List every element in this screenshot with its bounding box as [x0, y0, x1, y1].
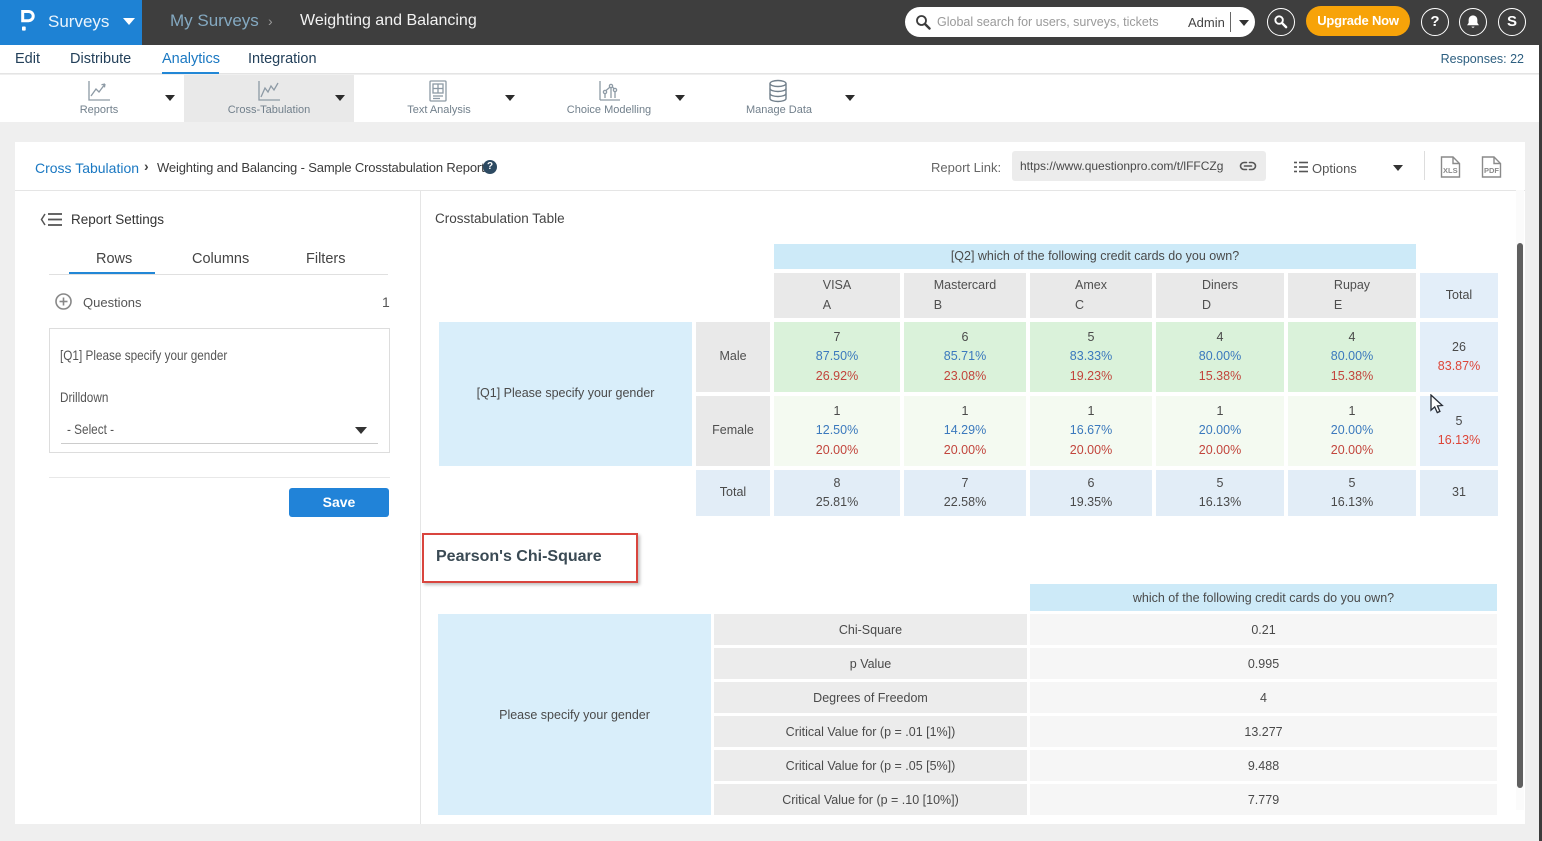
svg-text:PDF: PDF — [1484, 166, 1499, 175]
svg-text:XLS: XLS — [1443, 166, 1458, 175]
